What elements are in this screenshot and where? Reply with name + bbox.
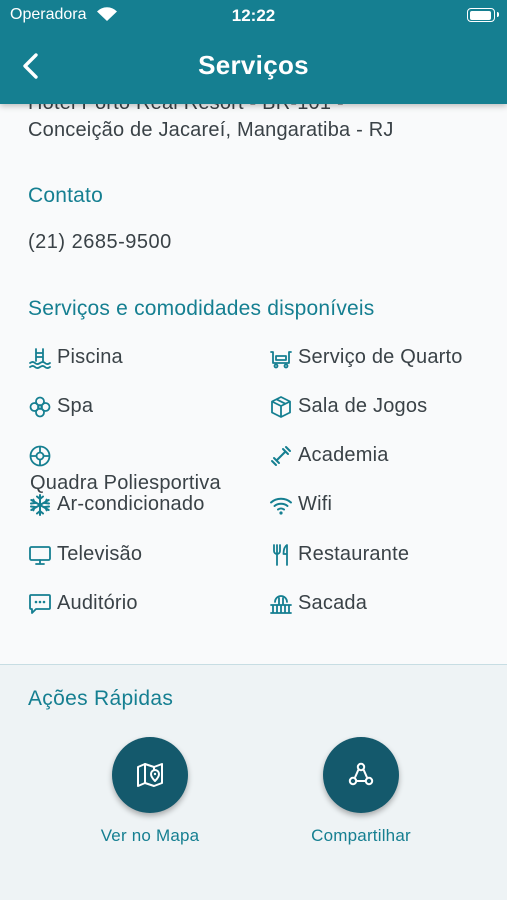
battery-icon: [467, 8, 499, 22]
amenity-label: Spa: [57, 395, 94, 417]
map-icon: [137, 763, 163, 787]
quick-actions-panel: Ações Rápidas Ver no Mapa Compartilhar: [0, 664, 507, 900]
balcony-icon: [270, 595, 292, 614]
wifi-icon: [270, 497, 292, 515]
air-conditioning-icon: [30, 494, 50, 516]
amenities-title: Serviços e comodidades disponíveis: [28, 297, 375, 320]
app-header: Operadora 12:22 Serviços: [0, 0, 507, 104]
restaurant-icon: [273, 544, 288, 566]
amenity-label: Restaurante: [298, 543, 410, 565]
share-button[interactable]: Compartilhar: [281, 737, 441, 847]
page-title: Serviços: [198, 50, 309, 80]
amenity-label: Serviço de Quarto: [298, 346, 463, 368]
view-on-map-circle[interactable]: [112, 737, 188, 813]
auditorium-icon: [29, 594, 51, 614]
status-time: 12:22: [231, 6, 276, 25]
view-on-map-button[interactable]: Ver no Mapa: [70, 737, 230, 847]
amenity-label: Auditório: [57, 592, 138, 614]
gym-icon: [271, 446, 291, 466]
status-bar: Operadora 12:22: [0, 0, 507, 30]
share-circle[interactable]: [323, 737, 399, 813]
amenity-label: Sacada: [298, 592, 368, 614]
amenity-label: Wifi: [298, 493, 333, 515]
contact-title: Contato: [28, 184, 103, 207]
sports-court-icon: [29, 445, 51, 467]
amenity-label: Ar-condicionado: [57, 493, 205, 515]
view-on-map-label[interactable]: Ver no Mapa: [70, 826, 230, 846]
tv-icon: [29, 546, 51, 565]
pool-icon: [29, 348, 51, 370]
amenity-label: Sala de Jogos: [298, 395, 428, 417]
share-label[interactable]: Compartilhar: [281, 826, 441, 846]
amenity-label: Televisão: [57, 543, 143, 565]
quick-actions-title: Ações Rápidas: [28, 687, 174, 710]
contact-phone[interactable]: (21) 2685-9500: [28, 231, 172, 254]
room-service-icon: [270, 351, 292, 369]
share-icon: [348, 762, 374, 786]
game-room-icon: [271, 396, 291, 418]
spa-icon: [29, 396, 51, 418]
amenity-label: Academia: [298, 444, 389, 466]
address-line-2: Conceição de Jacareí, Mangaratiba - RJ: [28, 119, 394, 141]
amenity-label: Piscina: [57, 346, 123, 368]
amenity-label: Quadra Poliesportiva: [30, 472, 221, 494]
